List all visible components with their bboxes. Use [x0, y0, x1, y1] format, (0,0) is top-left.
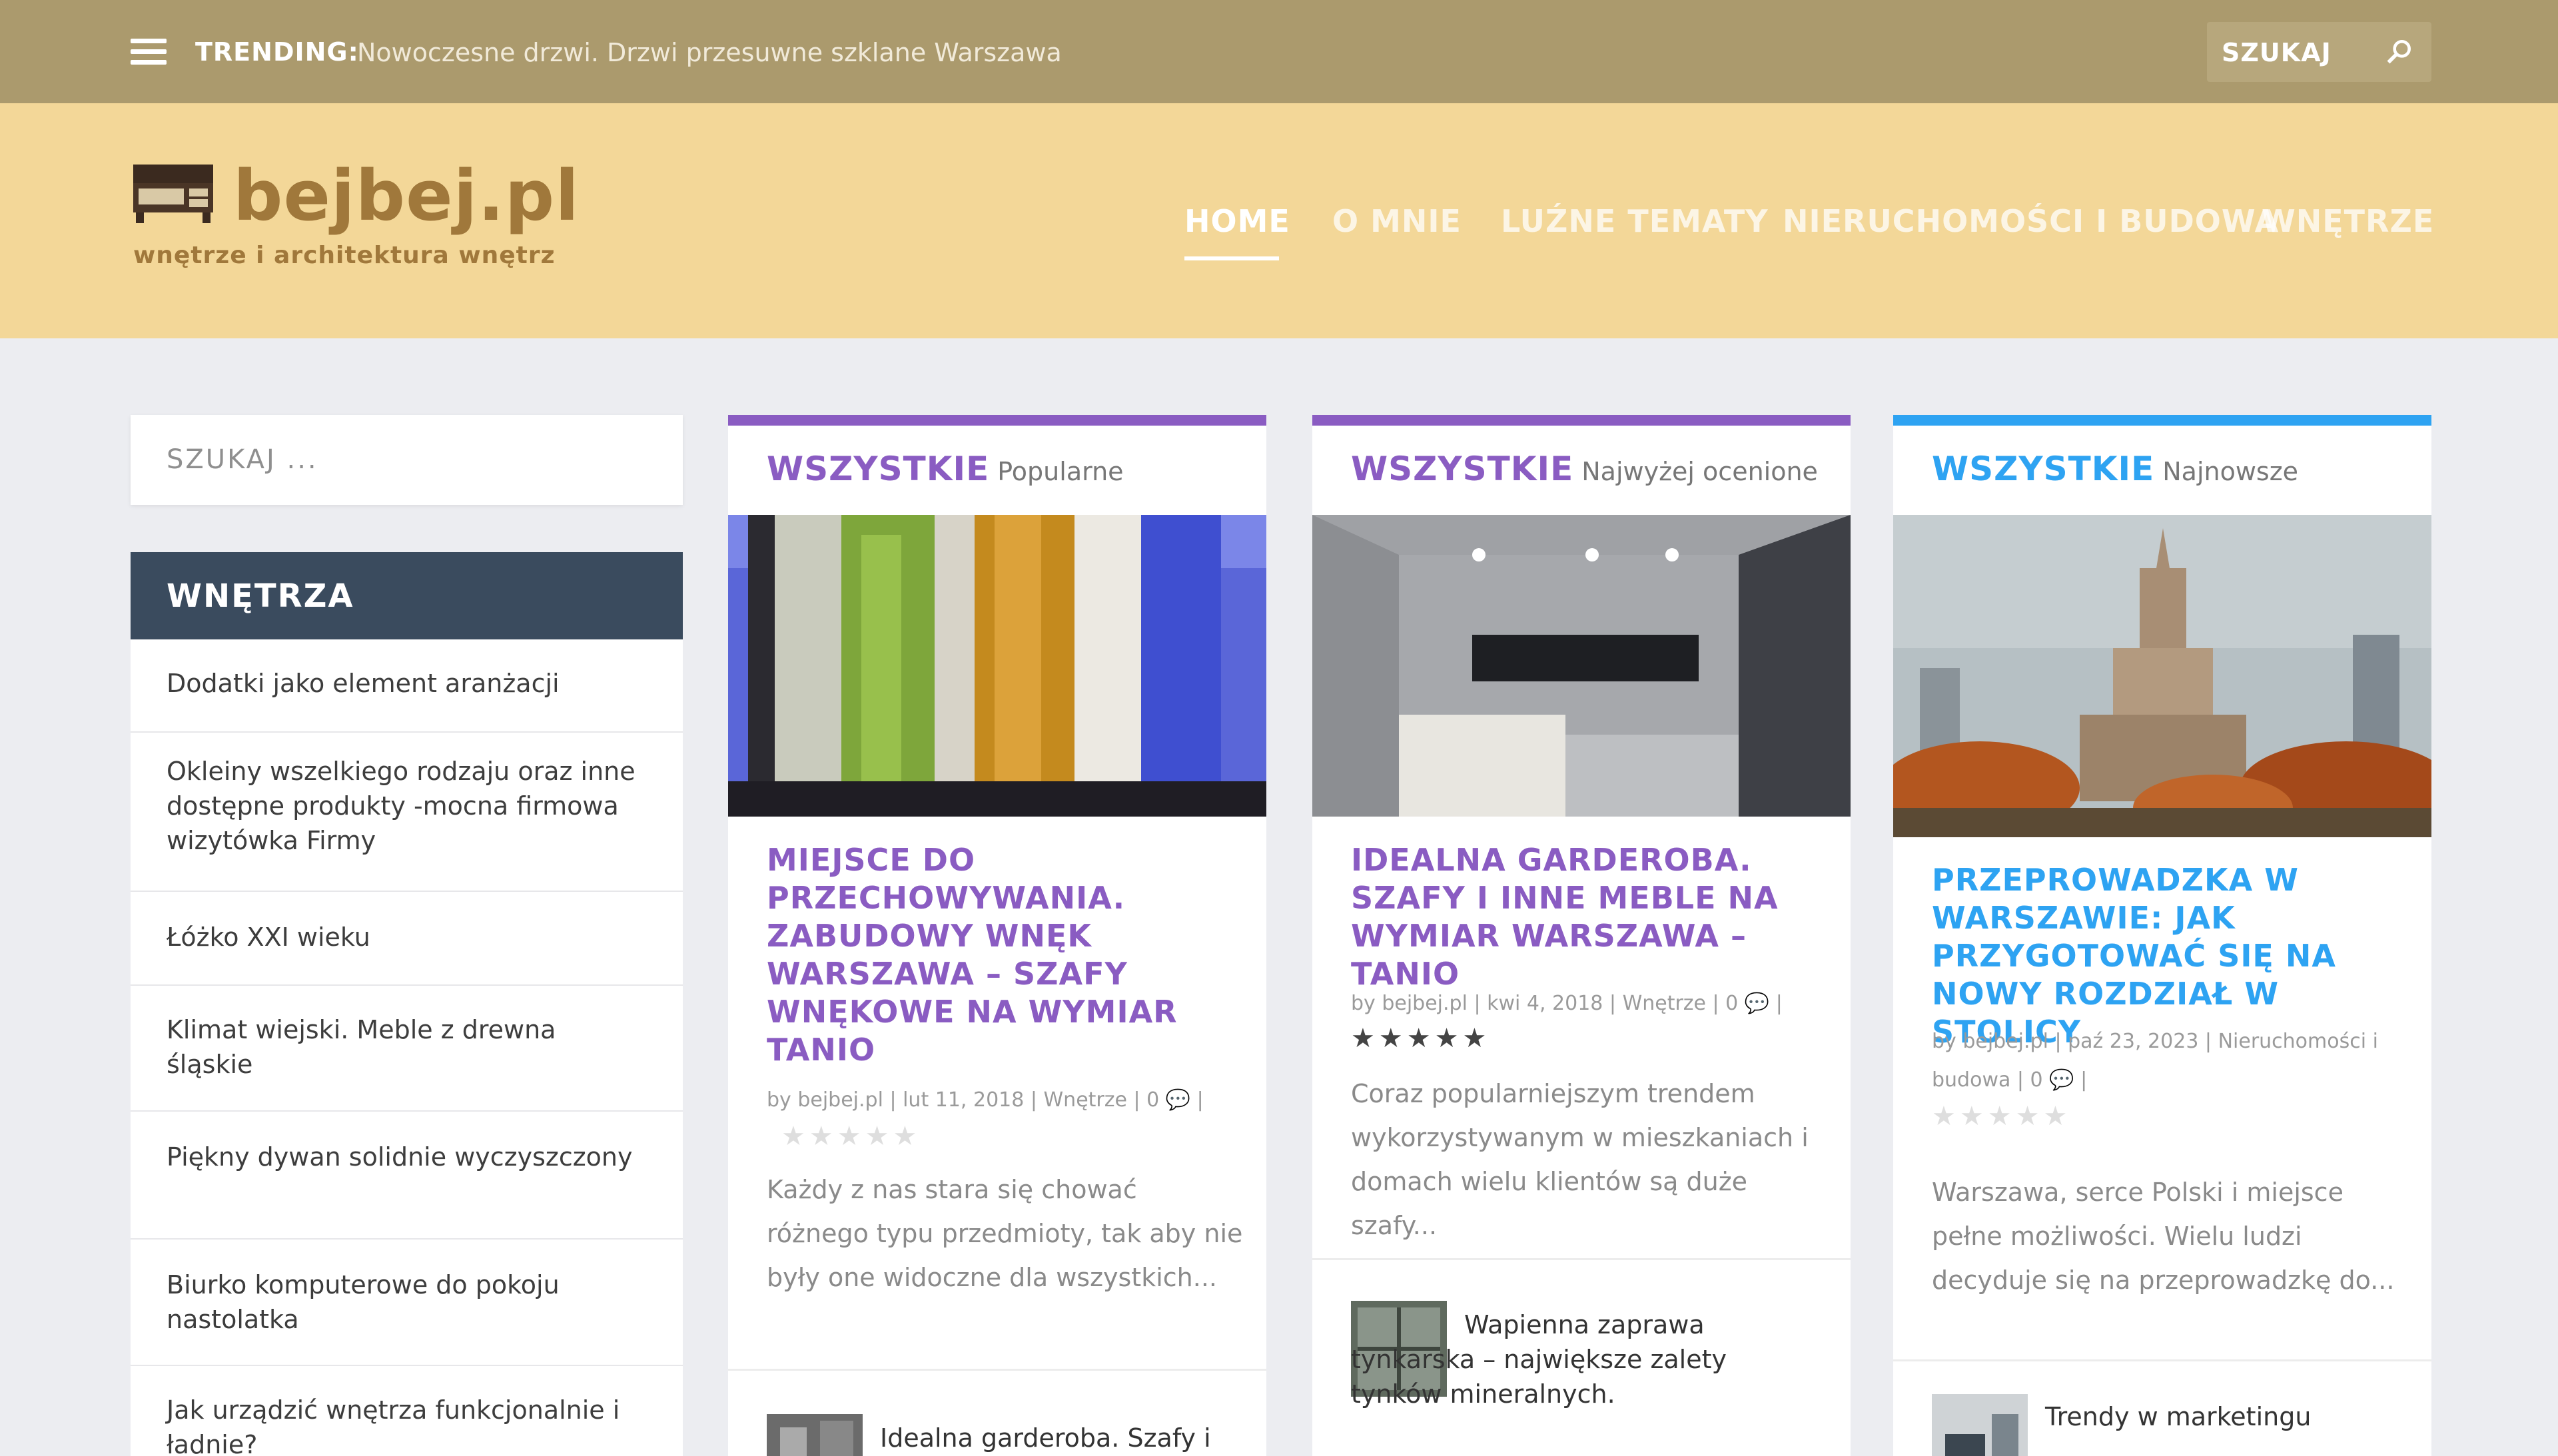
- sidebar-heading: WNĘTRZA: [131, 552, 683, 639]
- card-tab-label[interactable]: Najwyżej ocenione: [1581, 457, 1818, 486]
- card-divider: [728, 1369, 1266, 1371]
- sidebar-item-label[interactable]: Jak urządzić wnętrza funkcjonalnie i ład…: [167, 1393, 646, 1456]
- card-excerpt: Każdy z nas stara się chować różnego typ…: [767, 1175, 1243, 1292]
- sidebar-search-input[interactable]: SZUKAJ ...: [131, 415, 683, 505]
- card-accent-line: [1893, 415, 2431, 426]
- card-category[interactable]: WSZYSTKIE: [767, 450, 989, 488]
- card-title[interactable]: IDEALNA GARDEROBA. SZAFY I INNE MEBLE NA…: [1351, 841, 1817, 993]
- card-tab-label[interactable]: Najnowsze: [2162, 457, 2298, 486]
- card-tab-label[interactable]: Popularne: [997, 457, 1123, 486]
- nav-luzne-tematy[interactable]: LUŹNE TEMATY: [1501, 203, 1769, 239]
- sidebar-item-label[interactable]: Piękny dywan solidnie wyczyszczony: [167, 1140, 646, 1174]
- nav-home[interactable]: HOME: [1184, 203, 1290, 239]
- search-label: SZUKAJ: [2222, 38, 2332, 67]
- card-najwyzej-ocenione: WSZYSTKIE Najwyżej ocenione IDEALNA GARDE…: [1312, 415, 1851, 1456]
- card-najnowsze: WSZYSTKIE Najnowsze PRZEPROWADZKA W WARSZ…: [1893, 415, 2431, 1456]
- sidebar-search-placeholder: SZUKAJ ...: [167, 444, 318, 475]
- sidebar-item[interactable]: Klimat wiejski. Meble z drewna śląskie: [131, 986, 683, 1112]
- sidebar-item-label[interactable]: Łóżko XXI wieku: [167, 920, 646, 954]
- top-bar: TRENDING: Nowoczesne drzwi. Drzwi przesu…: [0, 0, 2558, 103]
- card-rating: ★★★★★: [1351, 1023, 1491, 1054]
- sidebar-item-label[interactable]: Biurko komputerowe do pokoju nastolatka: [167, 1268, 646, 1337]
- search-icon[interactable]: [2385, 37, 2414, 66]
- card-meta: by bejbej.pl | kwi 4, 2018 | Wnętrze | 0…: [1351, 992, 1783, 1015]
- sidebar-item[interactable]: Biurko komputerowe do pokoju nastolatka: [131, 1240, 683, 1366]
- card-category-tab[interactable]: WSZYSTKIE Najnowsze: [1932, 450, 2298, 488]
- sidebar-item[interactable]: Dodatki jako element aranżacji: [131, 639, 683, 733]
- trending-link[interactable]: Nowoczesne drzwi. Drzwi przesuwne szklan…: [357, 38, 1062, 67]
- related-thumbnail[interactable]: [767, 1414, 863, 1456]
- card-divider: [1893, 1359, 2431, 1361]
- logo-icon[interactable]: [131, 162, 216, 223]
- card-image-warsaw[interactable]: [1893, 515, 2431, 837]
- sidebar-list: Dodatki jako element aranżacji Okleiny w…: [131, 639, 683, 1456]
- related-post-title[interactable]: Wapienna zaprawa tynkarska – największe …: [1351, 1307, 1791, 1411]
- card-rating: ★★★★★: [781, 1121, 921, 1152]
- related-thumbnail[interactable]: [1932, 1394, 2028, 1456]
- site-header: bejbej.pl wnętrze i architektura wnętrz …: [0, 103, 2558, 338]
- card-category[interactable]: WSZYSTKIE: [1351, 450, 1573, 488]
- sidebar-item[interactable]: Łóżko XXI wieku: [131, 892, 683, 986]
- nav-active-indicator: [1184, 256, 1279, 260]
- card-category-tab[interactable]: WSZYSTKIE Popularne: [767, 450, 1124, 488]
- sidebar-item[interactable]: Okleiny wszelkiego rodzaju oraz inne dos…: [131, 733, 683, 892]
- nav-wnetrze[interactable]: WNĘTRZE: [2262, 203, 2434, 239]
- sidebar-item-label[interactable]: Dodatki jako element aranżacji: [167, 666, 646, 701]
- sidebar-heading-text: WNĘTRZA: [167, 577, 354, 615]
- card-accent-line: [728, 415, 1266, 426]
- card-title[interactable]: MIEJSCE DO PRZECHOWYWANIA. ZABUDOWY WNĘK…: [767, 841, 1233, 1069]
- card-meta: by bejbej.pl | lut 11, 2018 | Wnętrze | …: [767, 1088, 1204, 1112]
- card-image-wardrobe[interactable]: [1312, 515, 1851, 817]
- sidebar-item[interactable]: Jak urządzić wnętrza funkcjonalnie i ład…: [131, 1366, 683, 1456]
- site-tagline: wnętrze i architektura wnętrz: [133, 242, 556, 269]
- related-post-title[interactable]: Trendy w marketingu: [2045, 1399, 2405, 1434]
- card-rating: ★★★★★: [1932, 1101, 2072, 1132]
- sidebar-item[interactable]: Piękny dywan solidnie wyczyszczony: [131, 1112, 683, 1240]
- sidebar-item-label[interactable]: Klimat wiejski. Meble z drewna śląskie: [167, 1012, 646, 1082]
- card-image-shirts[interactable]: [728, 515, 1266, 817]
- search-input[interactable]: SZUKAJ: [2207, 22, 2431, 82]
- site-logo[interactable]: bejbej.pl: [233, 155, 580, 236]
- menu-icon[interactable]: [131, 39, 167, 65]
- card-popularne: WSZYSTKIE Popularne MIEJSCE DO PRZECHOWYW…: [728, 415, 1266, 1456]
- card-category[interactable]: WSZYSTKIE: [1932, 450, 2154, 488]
- sidebar-item-label[interactable]: Okleiny wszelkiego rodzaju oraz inne dos…: [167, 754, 646, 858]
- related-post-title[interactable]: Idealna garderoba. Szafy i: [880, 1421, 1240, 1455]
- nav-nieruchomosci[interactable]: NIERUCHOMOŚCI I BUDOWA: [1783, 203, 2279, 239]
- card-accent-line: [1312, 415, 1851, 426]
- card-divider: [1312, 1258, 1851, 1260]
- nav-o-mnie[interactable]: O MNIE: [1332, 203, 1462, 239]
- card-category-tab[interactable]: WSZYSTKIE Najwyżej ocenione: [1351, 450, 1818, 488]
- card-meta: by bejbej.pl | paź 23, 2023 | Nieruchomo…: [1932, 1030, 2378, 1092]
- card-excerpt: Warszawa, serce Polski i miejsce pełne m…: [1932, 1178, 2395, 1295]
- card-excerpt: Coraz popularniejszym trendem wykorzysty…: [1351, 1079, 1809, 1240]
- trending-label: TRENDING:: [195, 37, 359, 67]
